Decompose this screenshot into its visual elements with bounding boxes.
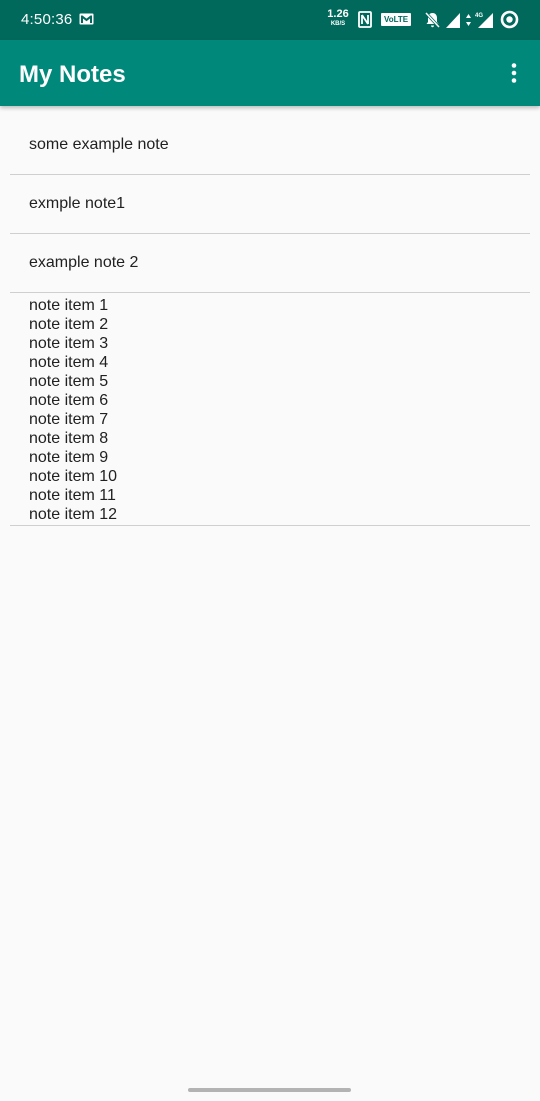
nfc-icon — [358, 11, 372, 28]
note-text: exmple note1 — [29, 195, 126, 212]
sync-icon — [500, 10, 519, 29]
note-line: note item 8 — [29, 430, 109, 447]
note-line: note item 1 — [29, 297, 109, 314]
data-arrows-icon — [466, 14, 471, 26]
note-list: some example note exmple note1 example n… — [10, 116, 530, 526]
gmail-icon — [79, 13, 94, 25]
note-item[interactable]: some example note — [10, 116, 530, 175]
note-line: note item 5 — [29, 373, 109, 390]
signal-icon — [446, 13, 460, 28]
note-line: note item 6 — [29, 392, 109, 409]
app-bar: My Notes — [0, 40, 540, 106]
net-speed-value: 1.26 — [327, 8, 349, 20]
signal-4g-icon: 4G — [475, 13, 493, 28]
status-bar: 4:50:36 1.26 KB/S VoLTE 4G — [0, 0, 540, 40]
volte-badge: VoLTE — [381, 13, 412, 26]
net-speed-indicator: 1.26 KB/S — [326, 8, 350, 28]
bell-off-icon — [424, 11, 441, 29]
network-label: 4G — [475, 13, 483, 19]
note-line: note item 3 — [29, 335, 109, 352]
note-line: note item 7 — [29, 411, 109, 428]
net-speed-unit: KB/S — [330, 21, 346, 27]
more-vert-icon[interactable] — [502, 61, 526, 85]
note-line: note item 10 — [29, 468, 118, 485]
note-line: note item 12 — [29, 506, 118, 523]
gesture-nav-handle[interactable] — [188, 1088, 351, 1092]
status-time: 4:50:36 — [21, 11, 73, 28]
note-text: example note 2 — [29, 254, 139, 271]
note-item-multiline[interactable]: note item 1 note item 2 note item 3 note… — [10, 293, 530, 526]
note-text: some example note — [29, 136, 169, 153]
note-item[interactable]: exmple note1 — [10, 175, 530, 234]
note-item[interactable]: example note 2 — [10, 234, 530, 293]
note-line: note item 2 — [29, 316, 109, 333]
note-line: note item 9 — [29, 449, 109, 466]
note-line: note item 4 — [29, 354, 109, 371]
app-title: My Notes — [19, 61, 126, 88]
note-line: note item 11 — [29, 487, 116, 504]
